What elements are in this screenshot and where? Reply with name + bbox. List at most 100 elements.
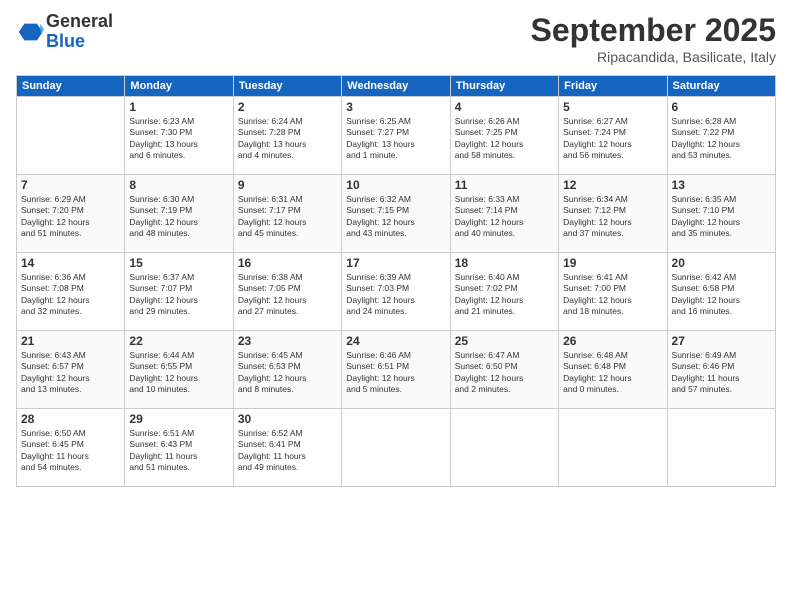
page: General Blue September 2025 Ripacandida,… — [0, 0, 792, 612]
calendar-cell-w0d4: 4 Sunrise: 6:26 AMSunset: 7:25 PMDaylight… — [450, 97, 558, 175]
calendar-cell-w3d4: 25 Sunrise: 6:47 AMSunset: 6:50 PMDayligh… — [450, 331, 558, 409]
day-number: 24 — [346, 334, 445, 348]
day-info: Sunrise: 6:33 AMSunset: 7:14 PMDaylight:… — [455, 194, 554, 240]
day-number: 27 — [672, 334, 771, 348]
calendar-cell-w3d6: 27 Sunrise: 6:49 AMSunset: 6:46 PMDayligh… — [667, 331, 775, 409]
day-number: 7 — [21, 178, 120, 192]
day-info: Sunrise: 6:29 AMSunset: 7:20 PMDaylight:… — [21, 194, 120, 240]
logo: General Blue — [16, 12, 113, 52]
day-number: 6 — [672, 100, 771, 114]
day-info: Sunrise: 6:51 AMSunset: 6:43 PMDaylight:… — [129, 428, 228, 474]
day-number: 1 — [129, 100, 228, 114]
calendar-cell-w1d6: 13 Sunrise: 6:35 AMSunset: 7:10 PMDayligh… — [667, 175, 775, 253]
logo-blue: Blue — [46, 32, 113, 52]
day-info: Sunrise: 6:40 AMSunset: 7:02 PMDaylight:… — [455, 272, 554, 318]
calendar-cell-w0d5: 5Sunrise: 6:27 AMSunset: 7:24 PMDaylight… — [559, 97, 667, 175]
calendar-cell-w0d6: 6 Sunrise: 6:28 AMSunset: 7:22 PMDaylight… — [667, 97, 775, 175]
calendar-cell-w4d3 — [342, 409, 450, 487]
day-number: 4 — [455, 100, 554, 114]
calendar-cell-w1d2: 9 Sunrise: 6:31 AMSunset: 7:17 PMDaylight… — [233, 175, 341, 253]
day-number: 18 — [455, 256, 554, 270]
calendar-cell-w2d4: 18 Sunrise: 6:40 AMSunset: 7:02 PMDayligh… — [450, 253, 558, 331]
day-number: 10 — [346, 178, 445, 192]
day-info: Sunrise: 6:43 AMSunset: 6:57 PMDaylight:… — [21, 350, 120, 396]
day-number: 26 — [563, 334, 662, 348]
day-info: Sunrise: 6:52 AMSunset: 6:41 PMDaylight:… — [238, 428, 337, 474]
calendar-cell-w0d1: 1 Sunrise: 6:23 AMSunset: 7:30 PMDaylight… — [125, 97, 233, 175]
day-number: 8 — [129, 178, 228, 192]
day-info: Sunrise: 6:35 AMSunset: 7:10 PMDaylight:… — [672, 194, 771, 240]
calendar-cell-w2d3: 17Sunrise: 6:39 AMSunset: 7:03 PMDayligh… — [342, 253, 450, 331]
day-number: 21 — [21, 334, 120, 348]
calendar-cell-w1d3: 10 Sunrise: 6:32 AMSunset: 7:15 PMDayligh… — [342, 175, 450, 253]
calendar-cell-w2d5: 19Sunrise: 6:41 AMSunset: 7:00 PMDayligh… — [559, 253, 667, 331]
logo-text: General Blue — [46, 12, 113, 52]
day-info: Sunrise: 6:23 AMSunset: 7:30 PMDaylight:… — [129, 116, 228, 162]
calendar-cell-w3d2: 23 Sunrise: 6:45 AMSunset: 6:53 PMDayligh… — [233, 331, 341, 409]
calendar-cell-w2d1: 15Sunrise: 6:37 AMSunset: 7:07 PMDayligh… — [125, 253, 233, 331]
day-info: Sunrise: 6:50 AMSunset: 6:45 PMDaylight:… — [21, 428, 120, 474]
day-number: 9 — [238, 178, 337, 192]
header: General Blue September 2025 Ripacandida,… — [16, 12, 776, 65]
day-number: 17 — [346, 256, 445, 270]
day-number: 3 — [346, 100, 445, 114]
day-info: Sunrise: 6:27 AMSunset: 7:24 PMDaylight:… — [563, 116, 662, 162]
day-number: 29 — [129, 412, 228, 426]
calendar-cell-w4d2: 30 Sunrise: 6:52 AMSunset: 6:41 PMDayligh… — [233, 409, 341, 487]
day-info: Sunrise: 6:36 AMSunset: 7:08 PMDaylight:… — [21, 272, 120, 318]
weekday-header-friday: Friday — [559, 76, 667, 97]
day-number: 20 — [672, 256, 771, 270]
day-number: 15 — [129, 256, 228, 270]
logo-general: General — [46, 12, 113, 32]
calendar-cell-w4d5 — [559, 409, 667, 487]
location: Ripacandida, Basilicate, Italy — [531, 49, 776, 65]
weekday-header-thursday: Thursday — [450, 76, 558, 97]
day-number: 12 — [563, 178, 662, 192]
day-number: 25 — [455, 334, 554, 348]
day-number: 19 — [563, 256, 662, 270]
calendar-cell-w1d4: 11Sunrise: 6:33 AMSunset: 7:14 PMDayligh… — [450, 175, 558, 253]
day-info: Sunrise: 6:25 AMSunset: 7:27 PMDaylight:… — [346, 116, 445, 162]
day-info: Sunrise: 6:28 AMSunset: 7:22 PMDaylight:… — [672, 116, 771, 162]
day-info: Sunrise: 6:30 AMSunset: 7:19 PMDaylight:… — [129, 194, 228, 240]
day-info: Sunrise: 6:48 AMSunset: 6:48 PMDaylight:… — [563, 350, 662, 396]
day-number: 30 — [238, 412, 337, 426]
calendar-cell-w3d0: 21 Sunrise: 6:43 AMSunset: 6:57 PMDayligh… — [17, 331, 125, 409]
day-info: Sunrise: 6:49 AMSunset: 6:46 PMDaylight:… — [672, 350, 771, 396]
weekday-header-wednesday: Wednesday — [342, 76, 450, 97]
calendar-cell-w1d0: 7 Sunrise: 6:29 AMSunset: 7:20 PMDaylight… — [17, 175, 125, 253]
day-number: 28 — [21, 412, 120, 426]
day-number: 2 — [238, 100, 337, 114]
day-info: Sunrise: 6:46 AMSunset: 6:51 PMDaylight:… — [346, 350, 445, 396]
day-info: Sunrise: 6:26 AMSunset: 7:25 PMDaylight:… — [455, 116, 554, 162]
day-info: Sunrise: 6:24 AMSunset: 7:28 PMDaylight:… — [238, 116, 337, 162]
day-number: 23 — [238, 334, 337, 348]
calendar-cell-w4d0: 28 Sunrise: 6:50 AMSunset: 6:45 PMDayligh… — [17, 409, 125, 487]
day-info: Sunrise: 6:42 AMSunset: 6:58 PMDaylight:… — [672, 272, 771, 318]
day-info: Sunrise: 6:47 AMSunset: 6:50 PMDaylight:… — [455, 350, 554, 396]
calendar-cell-w2d2: 16Sunrise: 6:38 AMSunset: 7:05 PMDayligh… — [233, 253, 341, 331]
weekday-header-tuesday: Tuesday — [233, 76, 341, 97]
day-number: 22 — [129, 334, 228, 348]
calendar: SundayMondayTuesdayWednesdayThursdayFrid… — [16, 75, 776, 487]
day-number: 14 — [21, 256, 120, 270]
logo-icon — [16, 18, 44, 46]
day-info: Sunrise: 6:32 AMSunset: 7:15 PMDaylight:… — [346, 194, 445, 240]
title-block: September 2025 Ripacandida, Basilicate, … — [531, 12, 776, 65]
calendar-cell-w0d0 — [17, 97, 125, 175]
month-title: September 2025 — [531, 12, 776, 49]
calendar-cell-w4d4 — [450, 409, 558, 487]
weekday-header-saturday: Saturday — [667, 76, 775, 97]
calendar-cell-w0d2: 2 Sunrise: 6:24 AMSunset: 7:28 PMDaylight… — [233, 97, 341, 175]
calendar-cell-w3d5: 26 Sunrise: 6:48 AMSunset: 6:48 PMDayligh… — [559, 331, 667, 409]
calendar-cell-w2d0: 14 Sunrise: 6:36 AMSunset: 7:08 PMDayligh… — [17, 253, 125, 331]
day-info: Sunrise: 6:34 AMSunset: 7:12 PMDaylight:… — [563, 194, 662, 240]
day-number: 13 — [672, 178, 771, 192]
day-info: Sunrise: 6:38 AMSunset: 7:05 PMDaylight:… — [238, 272, 337, 318]
calendar-cell-w3d3: 24 Sunrise: 6:46 AMSunset: 6:51 PMDayligh… — [342, 331, 450, 409]
calendar-cell-w1d1: 8 Sunrise: 6:30 AMSunset: 7:19 PMDaylight… — [125, 175, 233, 253]
calendar-cell-w4d6 — [667, 409, 775, 487]
weekday-header-monday: Monday — [125, 76, 233, 97]
day-info: Sunrise: 6:45 AMSunset: 6:53 PMDaylight:… — [238, 350, 337, 396]
day-info: Sunrise: 6:31 AMSunset: 7:17 PMDaylight:… — [238, 194, 337, 240]
